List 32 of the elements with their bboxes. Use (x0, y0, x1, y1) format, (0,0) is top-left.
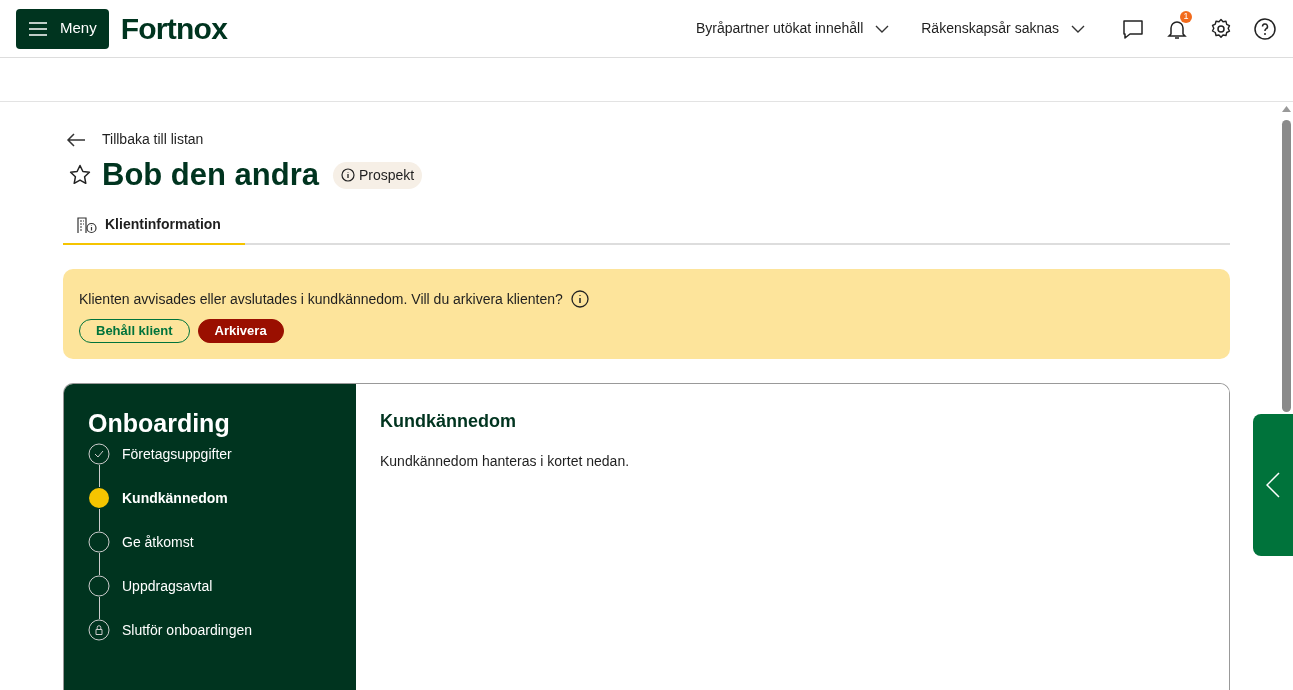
step-label[interactable]: Ge åtkomst (122, 531, 194, 553)
archive-button[interactable]: Arkivera (197, 318, 284, 343)
info-icon (341, 168, 355, 183)
help-icon[interactable] (1253, 16, 1277, 41)
scroll-up-icon[interactable] (1282, 106, 1291, 112)
section-title: Kundkännedom (380, 409, 517, 433)
menu-icon (28, 20, 48, 37)
arrow-left-icon (66, 132, 86, 147)
scrollbar[interactable] (1282, 120, 1291, 412)
menu-button[interactable]: Meny (16, 8, 109, 49)
step-label[interactable]: Kundkännedom (122, 487, 228, 509)
step-label[interactable]: Företagsuppgifter (122, 443, 232, 465)
notification-count: 1 (1180, 10, 1192, 23)
header-dropdown[interactable]: Räkenskapsår saknas (921, 18, 1085, 39)
settings-icon[interactable] (1209, 16, 1233, 41)
info-icon[interactable] (570, 290, 589, 309)
status-label: Prospekt (359, 165, 415, 185)
building-info-icon (77, 215, 97, 234)
alert-message: Klienten avvisades eller avslutades i kundkännedom. Vill du arkivera klienten? (79, 289, 563, 309)
chevron-left-icon (1266, 472, 1280, 498)
client-name: Bob den andra (102, 156, 319, 194)
chevron-down-icon (875, 24, 890, 33)
logo[interactable]: Fortnox (120, 6, 228, 51)
step-label[interactable]: Slutför onboardingen (122, 619, 252, 641)
onboarding-title: Onboarding (88, 407, 231, 439)
chevron-down-icon (1071, 24, 1085, 33)
back-link[interactable]: Tillbaka till listan (63, 129, 204, 150)
header-dropdown[interactable]: Byråpartner utökat innehåll (695, 18, 890, 39)
step-label[interactable]: Uppdragsavtal (122, 575, 213, 597)
section-text: Kundkännedom hanteras i kortet nedan. (380, 451, 631, 471)
side-panel-toggle[interactable] (1253, 414, 1293, 556)
tab[interactable]: Klientinformation (63, 206, 245, 245)
